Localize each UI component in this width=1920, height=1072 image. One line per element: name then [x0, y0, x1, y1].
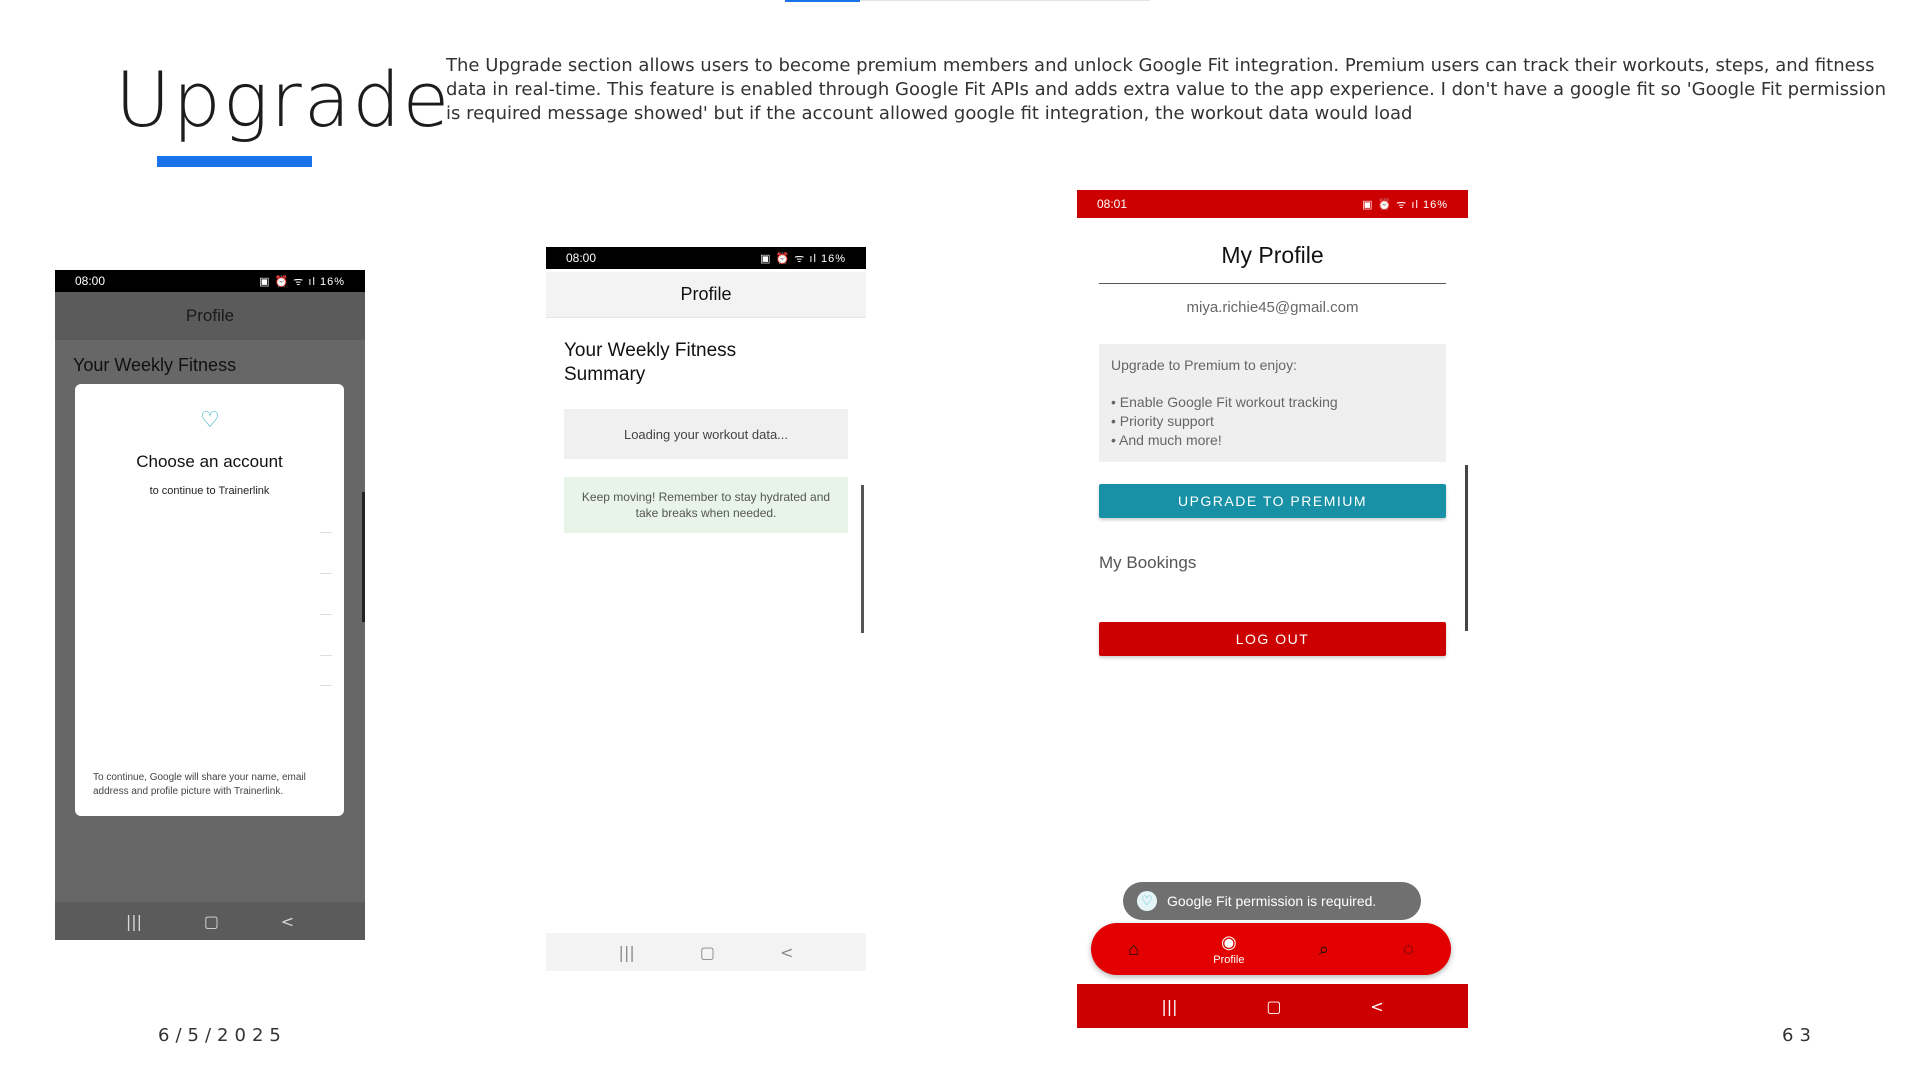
dialog-footer-text: To continue, Google will share your name… — [93, 772, 306, 797]
phone-screenshot-account-chooser: 08:00 ▣ ⏰ ᯤ ıl 16% Profile Your Weekly F… — [55, 270, 365, 940]
android-nav-bar: ||| ▢ < — [546, 933, 866, 971]
heart-logo-icon: ♡ — [200, 408, 220, 433]
scrollbar[interactable] — [362, 492, 365, 622]
status-icons: ▣ ⏰ ᯤ ıl 16% — [760, 252, 846, 265]
premium-intro: Upgrade to Premium to enjoy: — [1111, 357, 1297, 373]
page-title: My Profile — [1221, 242, 1324, 268]
phone-screenshot-fitness-summary: 08:00 ▣ ⏰ ᯤ ıl 16% Profile Your Weekly F… — [546, 247, 866, 971]
app-logo-icon: ♡ — [1137, 891, 1157, 911]
back-button[interactable]: < — [281, 912, 294, 931]
home-button[interactable]: ▢ — [1266, 997, 1281, 1016]
recents-button[interactable]: ||| — [619, 943, 635, 962]
divider — [320, 573, 332, 574]
home-button[interactable]: ▢ — [204, 912, 219, 931]
android-nav-bar: ||| ▢ < — [1077, 984, 1468, 1028]
premium-feature: • And much more! — [1111, 432, 1222, 448]
premium-benefits-box: Upgrade to Premium to enjoy: • Enable Go… — [1099, 344, 1446, 462]
divider — [320, 614, 332, 615]
nav-search[interactable]: ⌕ — [1319, 939, 1329, 960]
bottom-navigation: ⌂ ◉ Profile ⌕ ◌ — [1091, 923, 1451, 975]
recents-button[interactable]: ||| — [1161, 997, 1177, 1016]
dialog-title: Choose an account — [136, 452, 283, 471]
scrollbar[interactable] — [1465, 465, 1468, 631]
upgrade-to-premium-button[interactable]: UPGRADE TO PREMIUM — [1099, 484, 1446, 518]
divider — [320, 685, 332, 686]
nav-profile-label: Profile — [1213, 954, 1245, 966]
top-accent-bar — [785, 0, 860, 2]
status-icons: ▣ ⏰ ᯤ ıl 16% — [259, 275, 345, 288]
app-header: Profile — [55, 292, 365, 340]
slide-description: The Upgrade section allows users to beco… — [446, 55, 1886, 124]
premium-feature: • Priority support — [1111, 413, 1214, 429]
back-button[interactable]: < — [1370, 997, 1383, 1016]
android-nav-bar: ||| ▢ < — [55, 902, 365, 940]
status-bar: 08:01 ▣ ⏰ ᯤ ıl 16% — [1077, 190, 1468, 218]
nav-profile[interactable]: ◉ Profile — [1213, 932, 1244, 966]
home-icon: ⌂ — [1128, 938, 1140, 959]
dialog-subtitle: to continue to Trainerlink — [149, 485, 270, 497]
title-underline — [157, 156, 312, 167]
loading-workout-data: Loading your workout data... — [564, 409, 848, 459]
profile-icon: ◉ — [1221, 932, 1237, 952]
recents-button[interactable]: ||| — [126, 912, 142, 931]
google-fit-toast: ♡ Google Fit permission is required. — [1123, 882, 1421, 920]
weekly-summary-heading: Your Weekly Fitness Summary — [564, 340, 737, 385]
log-out-button[interactable]: LOG OUT — [1099, 622, 1446, 656]
premium-feature: • Enable Google Fit workout tracking — [1111, 394, 1338, 410]
divider — [320, 655, 332, 656]
slide-date: 6/5/2025 — [158, 1025, 287, 1046]
nav-home[interactable]: ⌂ — [1128, 939, 1139, 960]
my-bookings-link[interactable]: My Bookings — [1099, 553, 1196, 573]
status-bar: 08:00 ▣ ⏰ ᯤ ıl 16% — [55, 270, 365, 292]
toast-text: Google Fit permission is required. — [1167, 893, 1377, 909]
status-time: 08:00 — [75, 274, 106, 288]
back-button[interactable]: < — [780, 943, 793, 962]
chat-icon: ◌ — [1403, 938, 1414, 959]
account-chooser-dialog: ♡ Choose an account to continue to Train… — [75, 384, 344, 816]
nav-chat[interactable]: ◌ — [1403, 939, 1414, 960]
weekly-fitness-heading: Your Weekly Fitness — [73, 355, 237, 375]
user-email: miya.richie45@gmail.com — [1186, 299, 1359, 316]
app-header: Profile — [546, 272, 866, 318]
phone-screenshot-my-profile: 08:01 ▣ ⏰ ᯤ ıl 16% My Profile miya.richi… — [1077, 190, 1468, 1028]
divider — [320, 532, 332, 533]
slide-page-number: 63 — [1782, 1025, 1817, 1046]
hydration-tip: Keep moving! Remember to stay hydrated a… — [564, 477, 848, 533]
status-bar: 08:00 ▣ ⏰ ᯤ ıl 16% — [546, 247, 866, 269]
top-divider — [860, 0, 1150, 1]
scrollbar[interactable] — [861, 485, 864, 633]
slide-title: Upgrade — [115, 55, 452, 144]
status-time: 08:01 — [1097, 197, 1128, 211]
status-time: 08:00 — [566, 251, 597, 265]
home-button[interactable]: ▢ — [700, 943, 715, 962]
search-icon: ⌕ — [1318, 938, 1329, 959]
title-divider — [1099, 283, 1446, 284]
status-icons: ▣ ⏰ ᯤ ıl 16% — [1362, 198, 1448, 211]
